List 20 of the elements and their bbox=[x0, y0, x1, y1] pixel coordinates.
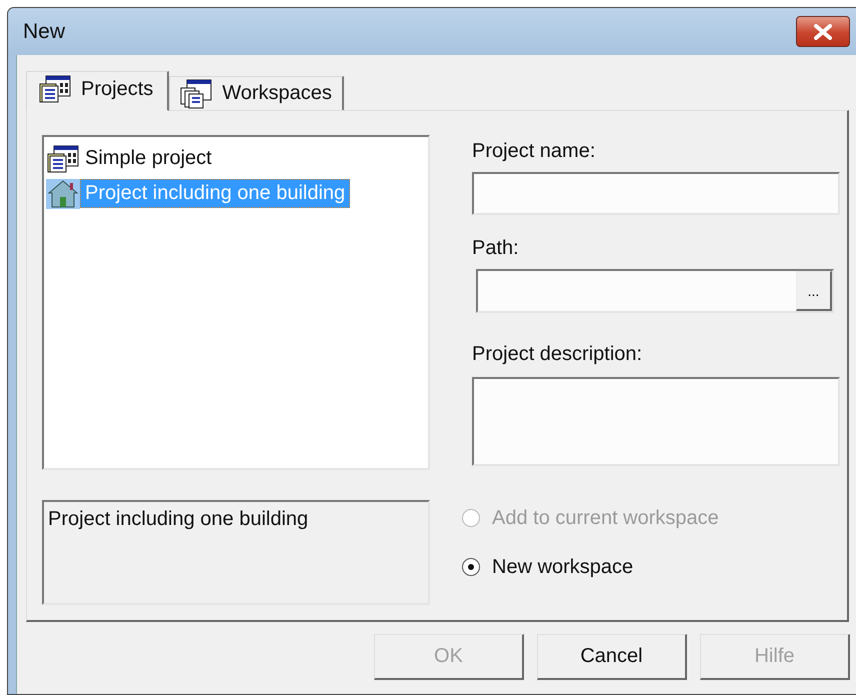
tab[interactable]: Workspaces bbox=[169, 76, 344, 110]
window-title: New bbox=[23, 20, 66, 44]
field-label: Path: bbox=[472, 237, 519, 259]
field-label: Project name: bbox=[472, 140, 596, 162]
close-icon bbox=[813, 24, 833, 40]
tab[interactable]: Projects bbox=[26, 71, 170, 111]
close-button[interactable] bbox=[796, 16, 850, 47]
browse-button[interactable]: ... bbox=[796, 271, 832, 311]
path-field[interactable]: ... bbox=[476, 269, 834, 313]
house-icon bbox=[47, 178, 79, 208]
project-name-field[interactable] bbox=[472, 172, 840, 215]
description-field[interactable] bbox=[472, 377, 840, 466]
description-text: Project including one building bbox=[48, 508, 308, 530]
field-label: Project description: bbox=[472, 343, 642, 365]
list-item[interactable]: Simple project bbox=[46, 141, 426, 176]
project-icon bbox=[47, 144, 79, 172]
project-icon bbox=[39, 75, 71, 103]
radio-option[interactable]: New workspace bbox=[462, 555, 634, 579]
documents-icon bbox=[180, 78, 212, 108]
dialog-button[interactable]: Cancel bbox=[537, 634, 687, 680]
